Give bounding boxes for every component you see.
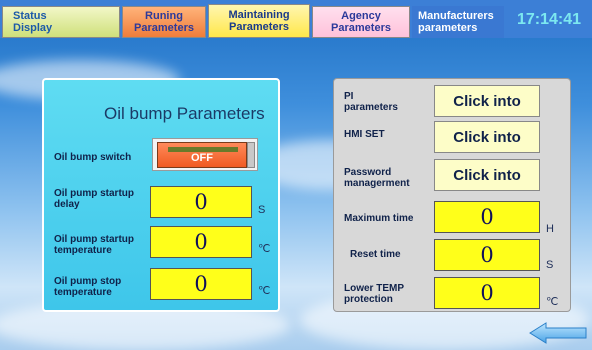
startup-delay-input[interactable]: 0 (150, 186, 252, 218)
tab-label: Maintaining Parameters (228, 9, 290, 33)
settings-panel: PI parameters Click into HMI SET Click i… (333, 78, 571, 312)
back-arrow-icon[interactable] (528, 322, 588, 344)
switch-indicator-bar (168, 147, 238, 152)
tab-label: Agency Parameters (331, 10, 391, 34)
stop-temp-label: Oil pump stop temperature (54, 276, 122, 298)
switch-state: OFF (191, 152, 213, 164)
pi-parameters-label: PI parameters (344, 91, 398, 113)
tab-label: Status Display (13, 10, 53, 34)
tab-status-display[interactable]: Status Display (2, 6, 120, 38)
password-management-label: Password managerment (344, 167, 410, 189)
pi-parameters-button[interactable]: Click into (434, 85, 540, 117)
tab-manufacturers-parameters[interactable]: Manufacturers parameters (412, 6, 504, 38)
clock: 17:14:41 (516, 11, 582, 28)
stop-temp-unit: ℃ (258, 285, 271, 297)
reset-time-unit: S (546, 259, 554, 271)
tab-running-parameters[interactable]: Runing Parameters (122, 6, 206, 38)
lower-temp-protection-unit: ℃ (546, 296, 559, 308)
panel-title: Oil bump Parameters (104, 104, 265, 123)
switch-knob (247, 142, 255, 168)
stop-temp-input[interactable]: 0 (150, 268, 252, 300)
oil-switch-label: Oil bump switch (54, 152, 132, 163)
startup-delay-unit: S (258, 204, 266, 216)
hmi-set-button[interactable]: Click into (434, 121, 540, 153)
tab-agency-parameters[interactable]: Agency Parameters (312, 6, 410, 38)
tab-maintaining-parameters[interactable]: Maintaining Parameters (208, 4, 310, 38)
oil-bump-switch[interactable]: OFF (152, 138, 258, 171)
lower-temp-protection-input[interactable]: 0 (434, 277, 540, 309)
tab-bar: Status Display Runing Parameters Maintai… (0, 0, 592, 38)
maximum-time-input[interactable]: 0 (434, 201, 540, 233)
password-management-button[interactable]: Click into (434, 159, 540, 191)
maximum-time-unit: H (546, 223, 554, 235)
startup-delay-label: Oil pump startup delay (54, 188, 134, 210)
lower-temp-protection-label: Lower TEMP protection (344, 283, 404, 305)
reset-time-label: Reset time (350, 249, 401, 260)
oil-bump-panel: Oil bump Parameters Oil bump switch OFF … (42, 78, 280, 312)
maximum-time-label: Maximum time (344, 213, 414, 224)
startup-temp-unit: ℃ (258, 243, 271, 255)
reset-time-input[interactable]: 0 (434, 239, 540, 271)
startup-temp-label: Oil pump startup temperature (54, 234, 134, 256)
startup-temp-input[interactable]: 0 (150, 226, 252, 258)
switch-face: OFF (157, 142, 247, 168)
tab-label: Runing Parameters (134, 10, 194, 34)
tab-label: Manufacturers parameters (418, 10, 494, 34)
hmi-set-label: HMI SET (344, 129, 385, 140)
